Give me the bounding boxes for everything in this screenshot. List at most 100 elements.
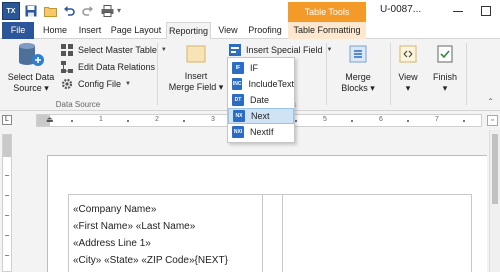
save-icon[interactable] (23, 3, 39, 19)
menu-item-date[interactable]: DT Date (228, 92, 294, 108)
ruler-number: 1 (99, 116, 103, 123)
gear-icon (60, 77, 74, 91)
open-folder-icon[interactable] (42, 3, 58, 19)
document-area: «Company Name» «First Name» «Last Name» … (0, 130, 500, 272)
app-icon[interactable]: TX (2, 2, 20, 20)
insert-special-field-label: Insert Special Field (246, 45, 323, 55)
ruler-tick (407, 120, 409, 122)
special-field-icon (228, 43, 242, 57)
group-divider (466, 43, 467, 105)
scrollbar-thumb[interactable] (492, 134, 498, 204)
menu-item-next[interactable]: NX Next (228, 108, 294, 124)
view-line1: View (398, 72, 418, 82)
collapse-ribbon-icon[interactable]: ⌃ (487, 97, 494, 106)
chevron-down-icon: ▼ (125, 81, 131, 87)
vertical-ruler-margin (3, 135, 11, 157)
next-field-icon: NX (233, 110, 245, 122)
ruler-tick (5, 255, 9, 256)
database-icon (19, 43, 44, 66)
ruler-number: 7 (435, 116, 439, 123)
includetext-field-icon: INC (232, 78, 243, 90)
tab-page-layout[interactable]: Page Layout (108, 22, 164, 39)
select-data-source-line2: Source ▾ (13, 83, 49, 93)
select-data-source-line1: Select Data (7, 72, 55, 82)
tab-reporting[interactable]: Reporting (166, 22, 211, 40)
tab-file[interactable]: File (2, 22, 34, 39)
ruler-tick (295, 120, 297, 122)
vertical-ruler[interactable] (2, 134, 12, 272)
print-icon[interactable] (99, 3, 115, 19)
document-page[interactable]: «Company Name» «First Name» «Last Name» … (47, 155, 487, 272)
finish-button[interactable]: Finish ▾ (428, 45, 462, 94)
undo-icon[interactable] (61, 3, 77, 19)
quick-access-toolbar: TX ▾ (0, 0, 125, 22)
minimize-icon[interactable] (444, 0, 472, 22)
window-controls (444, 0, 500, 22)
merge-field-line: «City» «State» «ZIP Code»{NEXT} (73, 255, 228, 266)
view-group: View ▾ (391, 39, 425, 111)
merge-field-line: «Company Name» (73, 204, 157, 215)
ruler-tick (71, 120, 73, 122)
redo-icon[interactable] (80, 3, 96, 19)
tab-stop-selector[interactable]: L (2, 115, 12, 125)
ruler-toggle-icon[interactable]: ▫ (487, 115, 498, 126)
config-file-label: Config File (78, 79, 122, 89)
table-tools-header: Table Tools (288, 2, 366, 22)
title-bar: TX ▾ Table Tools U-0087... (0, 0, 500, 22)
grid-icon (60, 43, 74, 57)
ruler-tick (351, 120, 353, 122)
vertical-scrollbar[interactable] (489, 130, 500, 272)
edit-data-relations-label: Edit Data Relations (78, 62, 156, 72)
edit-data-relations-button[interactable]: Edit Data Relations (60, 59, 155, 75)
ruler-tick (5, 215, 9, 216)
finish-group: Finish ▾ (426, 39, 466, 111)
insert-merge-field-line1: Insert (184, 71, 208, 81)
table-column-border (282, 195, 283, 272)
indent-marker-icon[interactable]: ⏏ (46, 115, 54, 124)
tab-view[interactable]: View (214, 22, 242, 39)
table-cell[interactable]: «Company Name» «First Name» «Last Name» … (73, 201, 228, 269)
insert-special-field-button[interactable]: Insert Special Field ▼ (228, 42, 333, 58)
view-line2: ▾ (405, 83, 411, 93)
ruler-tick (5, 195, 9, 196)
data-source-group-label: Data Source (55, 100, 101, 109)
if-field-icon: IF (232, 62, 244, 74)
merge-field-line: «Address Line 1» (73, 238, 151, 249)
select-data-source-button[interactable]: Select Data Source ▾ (2, 41, 60, 94)
merge-blocks-button[interactable]: Merge Blocks ▾ (331, 45, 385, 94)
date-field-icon: DT (232, 94, 244, 106)
view-button[interactable]: View ▾ (393, 45, 423, 94)
label-table[interactable]: «Company Name» «First Name» «Last Name» … (68, 194, 472, 272)
ruler-tick (127, 120, 129, 122)
ruler-tick (183, 120, 185, 122)
insert-merge-field-line2: Merge Field ▾ (168, 82, 224, 92)
menu-item-nextif[interactable]: NXI NextIf (228, 124, 294, 140)
tab-proofing[interactable]: Proofing (244, 22, 286, 39)
merge-blocks-group: Merge Blocks ▾ (327, 39, 389, 111)
ruler-number: 3 (211, 116, 215, 123)
menu-item-includetext[interactable]: INC IncludeText (228, 76, 294, 92)
select-master-table-label: Select Master Table (78, 45, 157, 55)
config-file-button[interactable]: Config File ▼ (60, 76, 131, 92)
nextif-field-icon: NXI (232, 126, 244, 138)
customize-qat-icon[interactable]: ▾ (117, 5, 125, 17)
maximize-icon[interactable] (472, 0, 500, 22)
relations-icon (60, 60, 74, 74)
document-title: U-0087... (380, 4, 422, 15)
ribbon-tab-row: File Home Insert Page Layout Reporting V… (0, 22, 500, 40)
finish-line1: Finish (432, 72, 457, 82)
menu-item-if[interactable]: IF IF (228, 60, 294, 76)
tab-table-formatting[interactable]: Table Formatting (288, 22, 366, 39)
merge-field-icon (186, 45, 206, 63)
ruler-number: 5 (323, 116, 327, 123)
view-icon (399, 45, 417, 63)
ruler-tick (5, 235, 9, 236)
ruler-tick (5, 175, 9, 176)
tab-home[interactable]: Home (38, 22, 72, 39)
tab-insert[interactable]: Insert (74, 22, 106, 39)
merge-blocks-line1: Merge (345, 72, 371, 82)
insert-merge-field-button[interactable]: Insert Merge Field ▾ (162, 45, 230, 93)
data-source-group: Select Data Source ▾ Select Master Table… (0, 39, 167, 111)
merge-field-line: «First Name» «Last Name» (73, 221, 196, 232)
select-master-table-button[interactable]: Select Master Table ▼ (60, 42, 167, 58)
